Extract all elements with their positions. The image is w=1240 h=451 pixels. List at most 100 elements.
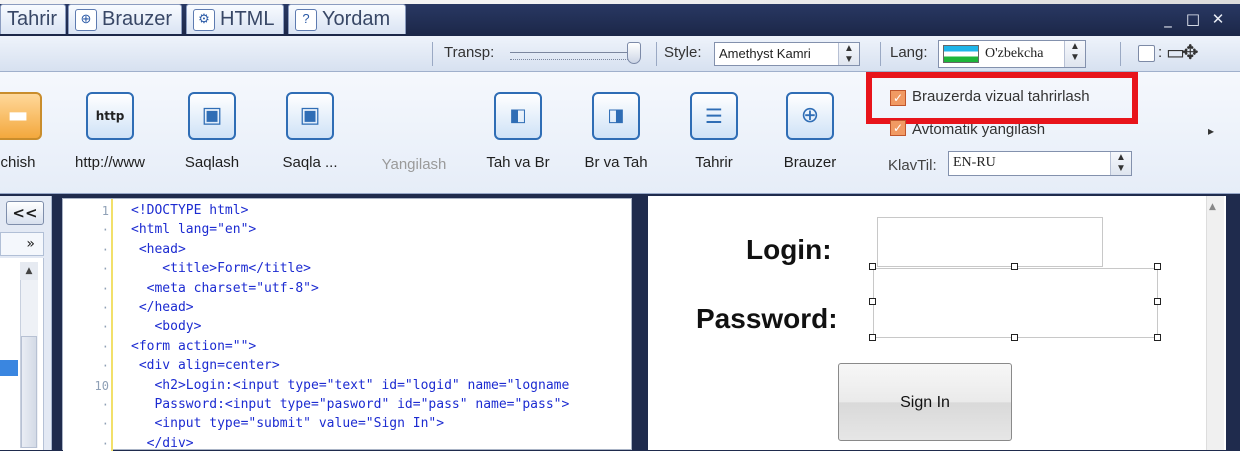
button-label: Tah va Br	[486, 154, 550, 171]
save-button[interactable]: ▣ Saqlash	[162, 86, 262, 182]
code-line[interactable]: <meta charset="utf-8">	[131, 281, 319, 296]
code-line[interactable]: <form action="">	[131, 339, 256, 354]
button-label: Saqla ...	[282, 154, 338, 171]
close-button[interactable]: ✕	[1208, 9, 1228, 29]
minimize-button[interactable]: _	[1158, 9, 1178, 29]
browser-and-editor-button[interactable]: ◨ Br va Tah	[566, 86, 666, 182]
code-line[interactable]: <body>	[131, 319, 201, 334]
klavtil-label: KlavTil:	[888, 157, 937, 174]
refresh-button[interactable]: Yangilash	[364, 86, 464, 182]
line-marker: ·	[101, 339, 109, 354]
code-line[interactable]: <!DOCTYPE html>	[131, 203, 248, 218]
line-marker: ·	[101, 223, 109, 238]
line-marker: ·	[101, 242, 109, 257]
save-as-button[interactable]: ▣ Saqla ...	[260, 86, 360, 182]
tree-scroll-thumb[interactable]	[21, 336, 37, 448]
line-marker: ·	[101, 436, 109, 451]
split-icon: ◧	[494, 92, 542, 140]
style-label: Style:	[664, 44, 702, 61]
code-line[interactable]: </div>	[131, 436, 194, 451]
uzbek-flag-icon	[943, 45, 979, 63]
collapse-panel-button[interactable]: <<	[6, 201, 44, 225]
resize-handle[interactable]	[1011, 334, 1018, 341]
scroll-up-icon[interactable]: ▲	[1209, 202, 1216, 212]
tab-label: HTML	[220, 8, 275, 30]
style-value: Amethyst Kamri	[719, 46, 811, 61]
line-marker: ·	[101, 398, 109, 412]
resize-handle[interactable]	[1154, 334, 1161, 341]
resize-handle[interactable]	[1154, 298, 1161, 305]
button-label: Saqlash	[184, 154, 240, 171]
transparency-slider-thumb[interactable]	[627, 42, 641, 64]
line-number: 1	[101, 204, 109, 218]
scroll-up-icon[interactable]: ▲	[20, 262, 38, 280]
preview-scrollbar[interactable]	[1206, 196, 1224, 450]
window-top-strip	[0, 0, 1240, 4]
tree-selected-item[interactable]	[0, 360, 18, 376]
ribbon-more-icon[interactable]: ▸	[1208, 124, 1214, 138]
tab-label: Yordam	[322, 8, 391, 30]
line-marker: ·	[101, 417, 109, 432]
expand-section-button[interactable]: »	[0, 232, 44, 256]
style-select[interactable]: Amethyst Kamri ▲ ▼	[714, 42, 860, 66]
line-marker: ·	[101, 281, 109, 296]
resize-handle[interactable]	[869, 263, 876, 270]
maximize-button[interactable]: □	[1183, 9, 1203, 29]
resize-handle[interactable]	[869, 334, 876, 341]
button-label: Yangilash	[381, 156, 447, 173]
chevron-updown-icon: ▲ ▼	[838, 43, 859, 65]
button-label: chish	[0, 154, 36, 171]
toolbar-separator	[880, 42, 881, 66]
browser-view-button[interactable]: ⊕ Brauzer	[760, 86, 860, 182]
resize-handle[interactable]	[1011, 263, 1018, 270]
resize-handle[interactable]	[1154, 263, 1161, 270]
line-number-gutter: 1 · · · · · · · · 10 · · ·	[63, 199, 113, 451]
open-button[interactable]: ▬ chish	[0, 86, 68, 182]
save-icon: ▣	[188, 92, 236, 140]
line-marker: ·	[101, 301, 109, 315]
password-input[interactable]	[873, 268, 1158, 338]
code-line[interactable]: Password:<input type="pasword" id="pass"…	[131, 397, 569, 412]
resize-handle[interactable]	[869, 298, 876, 305]
tab-label: Tahrir	[7, 8, 58, 30]
button-label: Tahrir	[695, 154, 733, 171]
visual-edit-checkbox[interactable]: ✓	[890, 90, 906, 106]
tab-tahrir[interactable]: Tahrir	[0, 4, 66, 34]
code-line[interactable]: </head>	[131, 300, 194, 315]
button-label: http://www	[74, 154, 146, 171]
editor-and-browser-button[interactable]: ◧ Tah va Br	[468, 86, 568, 182]
toolbar-separator	[1120, 42, 1121, 66]
tab-yordam[interactable]: ? Yordam	[288, 4, 406, 34]
line-marker: ·	[101, 320, 109, 335]
editor-view-button[interactable]: ☰ Tahrir	[664, 86, 764, 182]
move-resize-icon[interactable]: ▭✥	[1166, 40, 1212, 66]
line-marker: ·	[101, 262, 109, 277]
extra-checkbox[interactable]	[1138, 45, 1155, 62]
code-line[interactable]: <head>	[131, 242, 186, 257]
password-label: Password:	[696, 303, 838, 334]
tab-brauzer[interactable]: ⊕ Brauzer	[68, 4, 182, 34]
login-label: Login:	[746, 234, 832, 265]
login-input[interactable]	[877, 217, 1103, 267]
auto-refresh-checkbox[interactable]: ✓	[890, 120, 906, 136]
code-line[interactable]: <html lang="en">	[131, 222, 256, 237]
klavtil-value: EN-RU	[953, 155, 996, 170]
help-icon: ?	[295, 8, 317, 31]
code-line[interactable]: <input type="submit" value="Sign In">	[131, 416, 444, 431]
keyboard-language-select[interactable]: EN-RU ▲ ▼	[948, 151, 1132, 176]
save-as-icon: ▣	[286, 92, 334, 140]
transparency-slider-track[interactable]	[510, 52, 640, 60]
sign-in-button[interactable]: Sign In	[838, 363, 1012, 441]
code-line[interactable]: <div align=center>	[131, 358, 280, 373]
tab-html[interactable]: ⚙ HTML	[186, 4, 284, 34]
visual-edit-label: Brauzerda vizual tahrirlash	[912, 88, 1090, 105]
html-gear-icon: ⚙	[193, 8, 215, 31]
open-url-button[interactable]: http http://www	[60, 86, 160, 182]
extra-separator-text: :	[1158, 44, 1163, 61]
toolbar-separator	[656, 42, 657, 66]
transparency-label: Transp:	[444, 44, 495, 61]
code-line[interactable]: <title>Form</title>	[131, 261, 311, 276]
code-line[interactable]: <h2>Login:<input type="text" id="logid" …	[131, 378, 569, 393]
code-editor[interactable]: 1 · · · · · · · · 10 · · · <!DOCTYPE html> <html lang…	[62, 198, 632, 451]
lang-select[interactable]: O'zbekcha ▲ ▼	[938, 40, 1086, 68]
